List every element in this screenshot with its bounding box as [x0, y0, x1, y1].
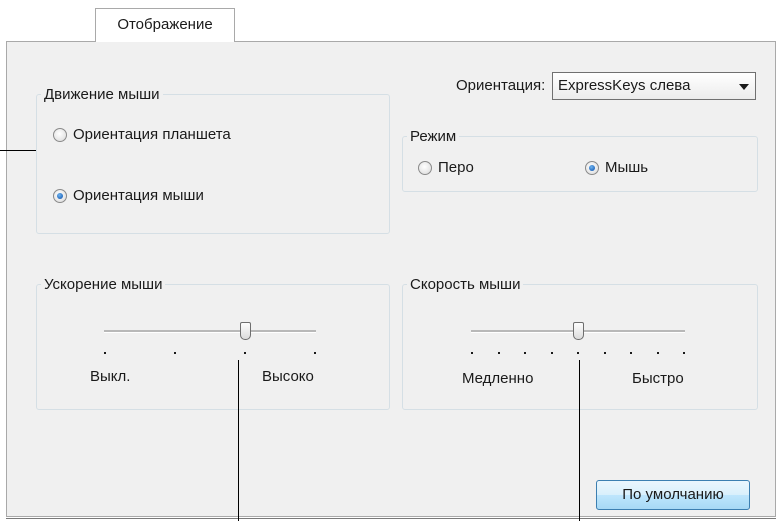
acceleration-slider-tick	[104, 352, 106, 354]
acceleration-slider-tick	[244, 352, 246, 354]
callout-line-mouse-movement	[0, 150, 36, 151]
acceleration-slider-track[interactable]	[104, 330, 316, 333]
callout-line-acceleration	[238, 360, 239, 521]
speed-min-label: Медленно	[462, 370, 534, 387]
tab-display[interactable]: Отображение	[95, 8, 235, 42]
speed-slider-tick	[524, 352, 526, 354]
mouse-orientation-radio[interactable]	[53, 189, 67, 203]
mouse-movement-legend: Движение мыши	[41, 86, 163, 104]
speed-slider-tick	[577, 352, 579, 354]
acceleration-slider-tick	[174, 352, 176, 354]
chevron-down-icon	[739, 84, 749, 90]
mouse-acceleration-legend: Ускорение мыши	[41, 276, 166, 294]
panel-divider	[6, 518, 776, 519]
mouse-acceleration-slider[interactable]	[104, 318, 316, 358]
speed-max-label: Быстро	[632, 370, 684, 387]
acceleration-min-label: Выкл.	[90, 368, 131, 385]
mouse-speed-legend: Скорость мыши	[407, 276, 524, 294]
acceleration-slider-tick	[314, 352, 316, 354]
orientation-label: Ориентация:	[456, 77, 546, 94]
default-button[interactable]: По умолчанию	[596, 480, 750, 510]
speed-slider-tick	[604, 352, 606, 354]
mouse-mode-label[interactable]: Мышь	[605, 159, 648, 177]
speed-slider-thumb[interactable]	[573, 322, 584, 340]
acceleration-slider-thumb[interactable]	[240, 322, 251, 340]
speed-slider-tick	[471, 352, 473, 354]
mouse-speed-slider[interactable]	[471, 318, 685, 358]
mode-legend: Режим	[407, 128, 460, 146]
mouse-movement-group	[36, 94, 390, 234]
mouse-orientation-label[interactable]: Ориентация мыши	[73, 187, 204, 205]
speed-slider-tick	[683, 352, 685, 354]
callout-line-speed	[579, 360, 580, 521]
speed-slider-tick	[498, 352, 500, 354]
acceleration-max-label: Высоко	[262, 368, 314, 385]
orientation-selected-value: ExpressKeys слева	[558, 77, 691, 94]
tablet-orientation-label[interactable]: Ориентация планшета	[73, 126, 231, 144]
pen-mode-radio[interactable]	[418, 161, 432, 175]
orientation-select[interactable]: ExpressKeys слева	[552, 72, 756, 100]
speed-slider-tick	[657, 352, 659, 354]
mouse-mode-radio[interactable]	[585, 161, 599, 175]
pen-mode-label[interactable]: Перо	[438, 159, 474, 177]
tablet-orientation-radio[interactable]	[53, 128, 67, 142]
speed-slider-tick	[630, 352, 632, 354]
speed-slider-tick	[551, 352, 553, 354]
